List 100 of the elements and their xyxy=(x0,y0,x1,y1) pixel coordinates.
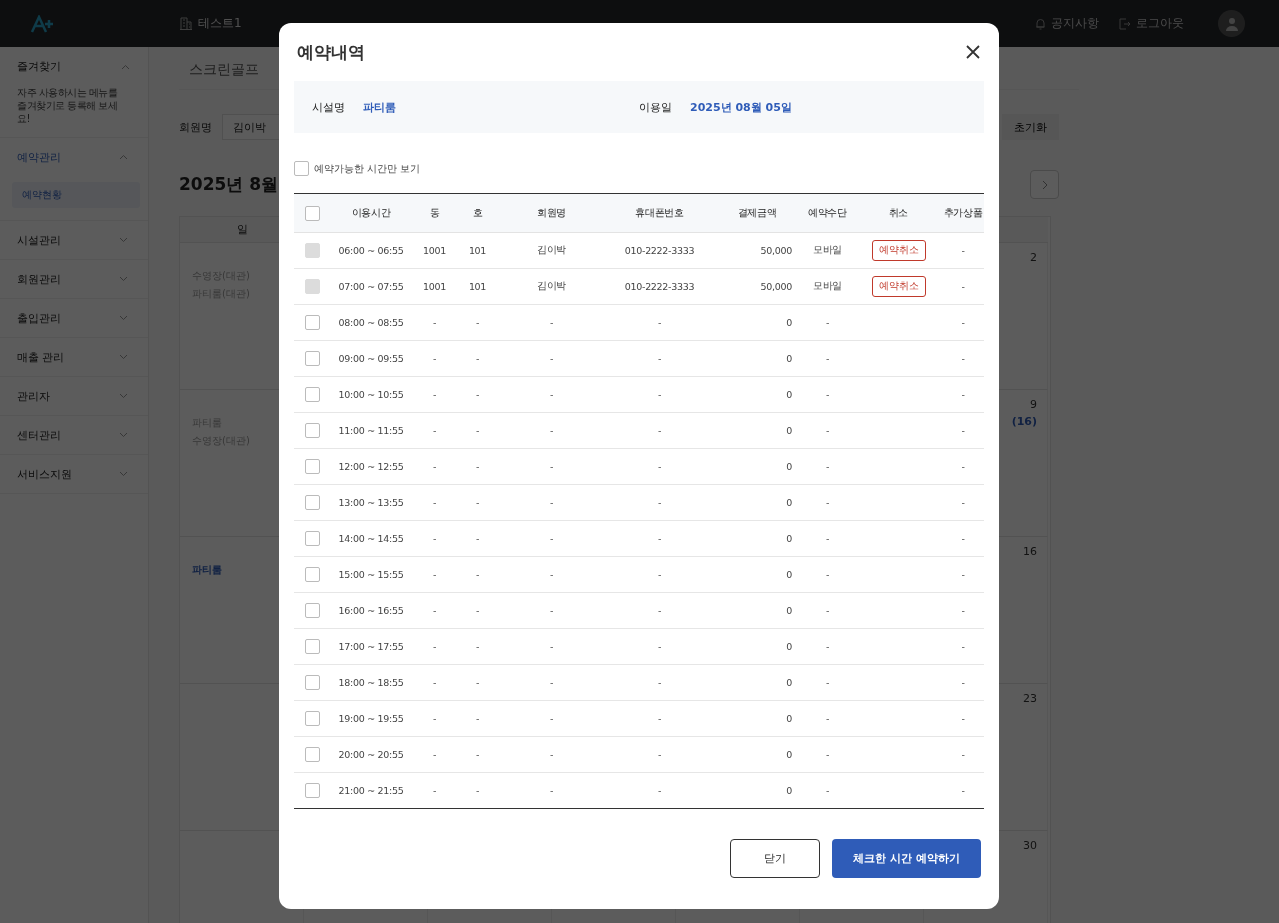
row-checkbox[interactable] xyxy=(304,387,320,402)
table-cell: - xyxy=(475,641,480,652)
table-cell: - xyxy=(475,605,480,616)
table-cell: 0 xyxy=(786,677,792,688)
row-checkbox[interactable] xyxy=(304,459,320,474)
day-number: 16 xyxy=(1023,545,1037,558)
table-cell: 21:00 ~ 21:55 xyxy=(338,785,404,796)
table-cell: - xyxy=(961,317,965,328)
table-cell: - xyxy=(549,353,554,364)
next-month-button[interactable] xyxy=(1030,170,1059,199)
submenu-item[interactable]: 예약현황 xyxy=(12,182,140,208)
table-cell: 0 xyxy=(786,713,792,724)
menu-item[interactable]: 서비스지원 xyxy=(0,455,148,493)
table-cell: 0 xyxy=(786,425,792,436)
menu-item[interactable]: 센터관리 xyxy=(0,416,148,454)
table-cell: - xyxy=(549,461,554,472)
dialog-title: 예약내역 xyxy=(297,40,365,64)
column-header: 결제금액 xyxy=(737,206,777,218)
weekday-label: 일 xyxy=(236,222,248,237)
table-cell: - xyxy=(961,497,965,508)
row-checkbox[interactable] xyxy=(304,351,320,366)
table-cell: - xyxy=(475,497,480,508)
favorites-row[interactable]: 즐겨찾기 xyxy=(17,59,130,74)
table-cell: - xyxy=(657,605,662,616)
table-cell: - xyxy=(432,785,437,796)
select-all-checkbox[interactable] xyxy=(304,205,320,221)
row-checkbox[interactable] xyxy=(304,423,320,438)
row-checkbox[interactable] xyxy=(304,603,320,618)
column-header: 동 xyxy=(429,206,440,218)
menu-item[interactable]: 관리자 xyxy=(0,377,148,415)
table-cell: 0 xyxy=(786,461,792,472)
table-cell: 김이박 xyxy=(536,280,567,291)
day-number: 9 xyxy=(1030,398,1037,411)
table-cell: - xyxy=(825,677,830,688)
table-cell: 0 xyxy=(786,569,792,580)
table-cell: - xyxy=(961,425,965,436)
checkbox-label[interactable]: 예약가능한 시간만 보기 xyxy=(314,161,421,176)
table-cell: - xyxy=(825,425,830,436)
reserve-button[interactable]: 체크한 시간 예약하기 xyxy=(832,839,981,878)
close-dialog-button[interactable]: 닫기 xyxy=(730,839,820,878)
table-cell: - xyxy=(475,389,480,400)
table-cell: - xyxy=(432,533,437,544)
checkbox[interactable] xyxy=(294,161,309,176)
row-checkbox[interactable] xyxy=(304,711,320,726)
table-cell: - xyxy=(475,533,480,544)
close-button[interactable] xyxy=(964,43,982,61)
chevron-icon xyxy=(119,354,128,360)
row-checkbox[interactable] xyxy=(304,675,320,690)
table-cell: - xyxy=(549,785,554,796)
column-header: 예약수단 xyxy=(808,206,847,218)
chevron-right-icon xyxy=(1041,179,1048,190)
row-checkbox[interactable] xyxy=(304,783,320,798)
table-cell: - xyxy=(825,713,830,724)
table-cell: - xyxy=(961,785,965,796)
reset-button[interactable]: 초기화 xyxy=(1002,114,1059,140)
table-cell: - xyxy=(825,533,830,544)
row-checkbox[interactable] xyxy=(304,639,320,654)
table-cell: - xyxy=(549,605,554,616)
chevron-icon xyxy=(119,154,128,160)
avatar[interactable] xyxy=(1218,10,1245,37)
table-cell: 09:00 ~ 09:55 xyxy=(338,353,404,364)
table-cell: 06:00 ~ 06:55 xyxy=(338,245,404,256)
table-cell: - xyxy=(657,353,662,364)
chevron-icon xyxy=(121,63,130,70)
table-cell: 모바일 xyxy=(812,280,843,291)
row-checkbox[interactable] xyxy=(304,567,320,582)
month-title: 2025년 8월 xyxy=(179,173,279,196)
table-cell: 0 xyxy=(786,317,792,328)
table-cell: - xyxy=(432,389,437,400)
column-header: 이용시간 xyxy=(351,206,391,218)
menu-item[interactable]: 시설관리 xyxy=(0,221,148,259)
table-cell: - xyxy=(657,461,662,472)
menu-item[interactable]: 출입관리 xyxy=(0,299,148,337)
table-cell: - xyxy=(961,677,965,688)
tab[interactable]: 스크린골프 xyxy=(179,57,269,89)
table-cell: - xyxy=(475,569,480,580)
booking-count[interactable]: (16) xyxy=(1011,415,1037,428)
table-cell: - xyxy=(432,317,437,328)
row-checkbox[interactable] xyxy=(304,495,320,510)
menu-item[interactable]: 예약관리 xyxy=(0,138,148,176)
date-label: 이용일 xyxy=(639,99,672,115)
row-checkbox[interactable] xyxy=(304,747,320,762)
menu-item[interactable]: 회원관리 xyxy=(0,260,148,298)
table-cell: 0 xyxy=(786,749,792,760)
facility-name[interactable]: 테스트1 xyxy=(198,15,242,32)
table-cell: - xyxy=(549,569,554,580)
table-cell: - xyxy=(475,749,480,760)
menu-item[interactable]: 매출 관리 xyxy=(0,338,148,376)
table-cell: - xyxy=(475,425,480,436)
table-cell: 0 xyxy=(786,785,792,796)
logout-icon xyxy=(1119,17,1131,30)
column-header: 휴대폰번호 xyxy=(635,206,684,218)
date-value: 2025년 08월 05일 xyxy=(690,99,792,115)
row-checkbox[interactable] xyxy=(304,315,320,330)
table-cell: 0 xyxy=(786,605,792,616)
close-icon xyxy=(966,45,980,59)
table-cell: - xyxy=(961,281,965,292)
table-cell: - xyxy=(657,497,662,508)
row-checkbox[interactable] xyxy=(304,531,320,546)
table-cell: 50,000 xyxy=(760,281,792,292)
